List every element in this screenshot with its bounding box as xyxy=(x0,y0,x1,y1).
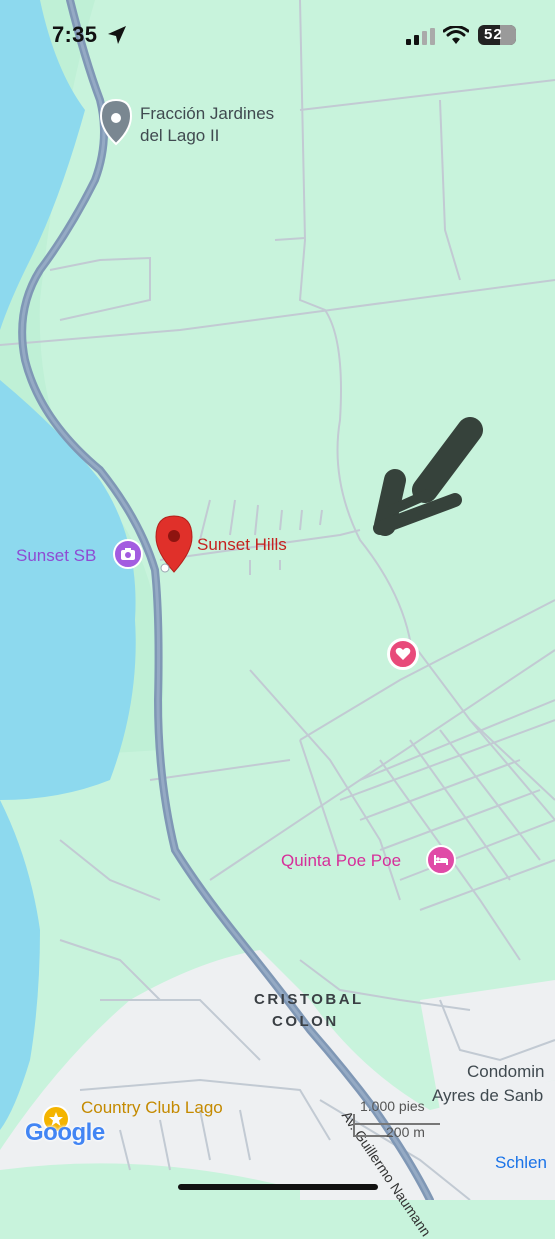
label-ayres[interactable]: Ayres de Sanb xyxy=(432,1085,543,1107)
heart-icon[interactable] xyxy=(387,638,419,670)
home-indicator[interactable] xyxy=(178,1184,378,1190)
label-schlen[interactable]: Schlen xyxy=(495,1152,547,1174)
label-quinta-poe-poe[interactable]: Quinta Poe Poe xyxy=(281,850,401,872)
label-sunset-sb[interactable]: Sunset SB xyxy=(16,545,96,567)
scale-metric: 200 m xyxy=(386,1124,425,1140)
wifi-icon xyxy=(443,26,469,44)
city-label-colon: COLON xyxy=(272,1013,339,1030)
google-logo: Google xyxy=(25,1119,105,1146)
location-arrow-icon xyxy=(108,26,126,44)
status-time: 7:35 xyxy=(52,22,98,47)
city-label-cristobal: CRISTOBAL xyxy=(254,991,364,1008)
hotel-bed-icon[interactable] xyxy=(426,845,456,875)
battery-icon: 52 xyxy=(478,25,516,45)
status-bar: 7:35 52 xyxy=(0,0,555,70)
label-condominio[interactable]: Condomin xyxy=(467,1061,545,1083)
label-sunset-hills[interactable]: Sunset Hills xyxy=(197,534,287,556)
camera-icon[interactable] xyxy=(113,539,143,569)
scale-imperial: 1.000 pies xyxy=(360,1098,425,1114)
label-fraccion-jardines[interactable]: Fracción Jardines del Lago II xyxy=(140,103,274,147)
cellular-signal-icon xyxy=(406,28,435,45)
battery-level: 52 xyxy=(484,26,503,43)
label-country-club[interactable]: Country Club Lago xyxy=(81,1097,223,1119)
